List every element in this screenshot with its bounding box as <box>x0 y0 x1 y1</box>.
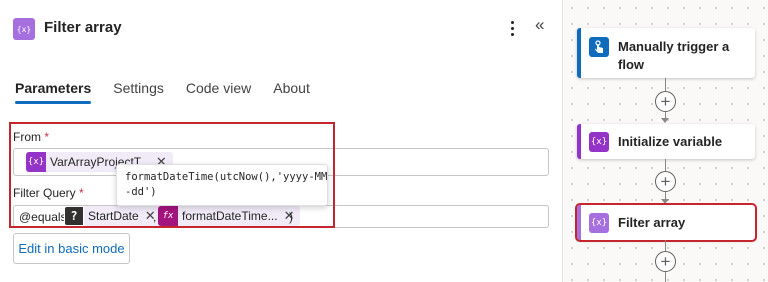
query-separator-text: , <box>153 210 157 224</box>
connector-line <box>665 272 666 282</box>
filter-query-label-text: Filter Query <box>13 186 76 200</box>
flow-card-filter-array[interactable]: {x} Filter array <box>575 203 757 242</box>
flow-designer-canvas[interactable]: Manually trigger a flow + {x} Initialize… <box>564 0 768 282</box>
start-date-token[interactable]: ? StartDate ✕ <box>64 206 162 226</box>
tab-code-view[interactable]: Code view <box>186 80 251 106</box>
start-date-token-label: StartDate <box>88 209 139 223</box>
arrow-down-icon <box>661 118 669 123</box>
arrow-down-icon <box>661 199 669 204</box>
flow-card-title: Filter array <box>618 215 686 230</box>
flow-card-manual-trigger[interactable]: Manually trigger a flow <box>577 28 755 78</box>
format-date-token[interactable]: fx formatDateTime... ✕ <box>158 206 301 226</box>
action-details-panel: {x} Filter array « Parameters Settings C… <box>0 0 563 282</box>
panel-title: Filter array <box>44 19 122 36</box>
flow-card-title: Initialize variable <box>618 134 723 149</box>
variable-icon: {x} <box>589 213 609 233</box>
format-date-token-label: formatDateTime... <box>182 209 278 223</box>
query-suffix-text: ) <box>289 210 293 224</box>
expression-tooltip: formatDateTime(utcNow(),'yyyy-MM -dd') <box>116 164 328 206</box>
add-step-icon[interactable]: + <box>655 171 676 192</box>
filter-query-label: Filter Query * <box>13 186 84 200</box>
query-prefix-text: @equals( <box>19 210 71 224</box>
tooltip-line: formatDateTime(utcNow(),'yyyy-MM <box>125 171 328 183</box>
collapse-panel-icon[interactable]: « <box>535 15 544 35</box>
flow-card-title: Manually trigger a flow <box>618 39 730 72</box>
function-icon: fx <box>158 206 178 226</box>
tooltip-line: -dd') <box>125 186 157 198</box>
variable-icon: {x} <box>26 152 46 172</box>
connector-line <box>665 78 666 92</box>
from-label: From * <box>13 130 49 144</box>
touch-trigger-icon <box>589 37 609 57</box>
variable-icon: {x} <box>589 132 609 152</box>
more-options-icon[interactable] <box>503 17 521 39</box>
add-step-icon[interactable]: + <box>655 91 676 112</box>
tab-about[interactable]: About <box>273 80 310 106</box>
from-label-text: From <box>13 130 41 144</box>
flow-card-initialize-variable[interactable]: {x} Initialize variable <box>577 124 755 159</box>
variable-icon: {x} <box>13 18 35 40</box>
tab-parameters[interactable]: Parameters <box>15 80 92 106</box>
required-mark: * <box>79 186 84 200</box>
tab-settings[interactable]: Settings <box>113 80 164 106</box>
edit-in-basic-mode-button[interactable]: Edit in basic mode <box>13 233 130 264</box>
filter-query-input[interactable]: @equals( ? StartDate ✕ , fx formatDateTi… <box>13 205 549 228</box>
required-mark: * <box>44 130 50 144</box>
tab-bar: Parameters Settings Code view About <box>15 80 310 106</box>
question-mark-icon: ? <box>64 206 84 226</box>
add-step-icon[interactable]: + <box>655 251 676 272</box>
